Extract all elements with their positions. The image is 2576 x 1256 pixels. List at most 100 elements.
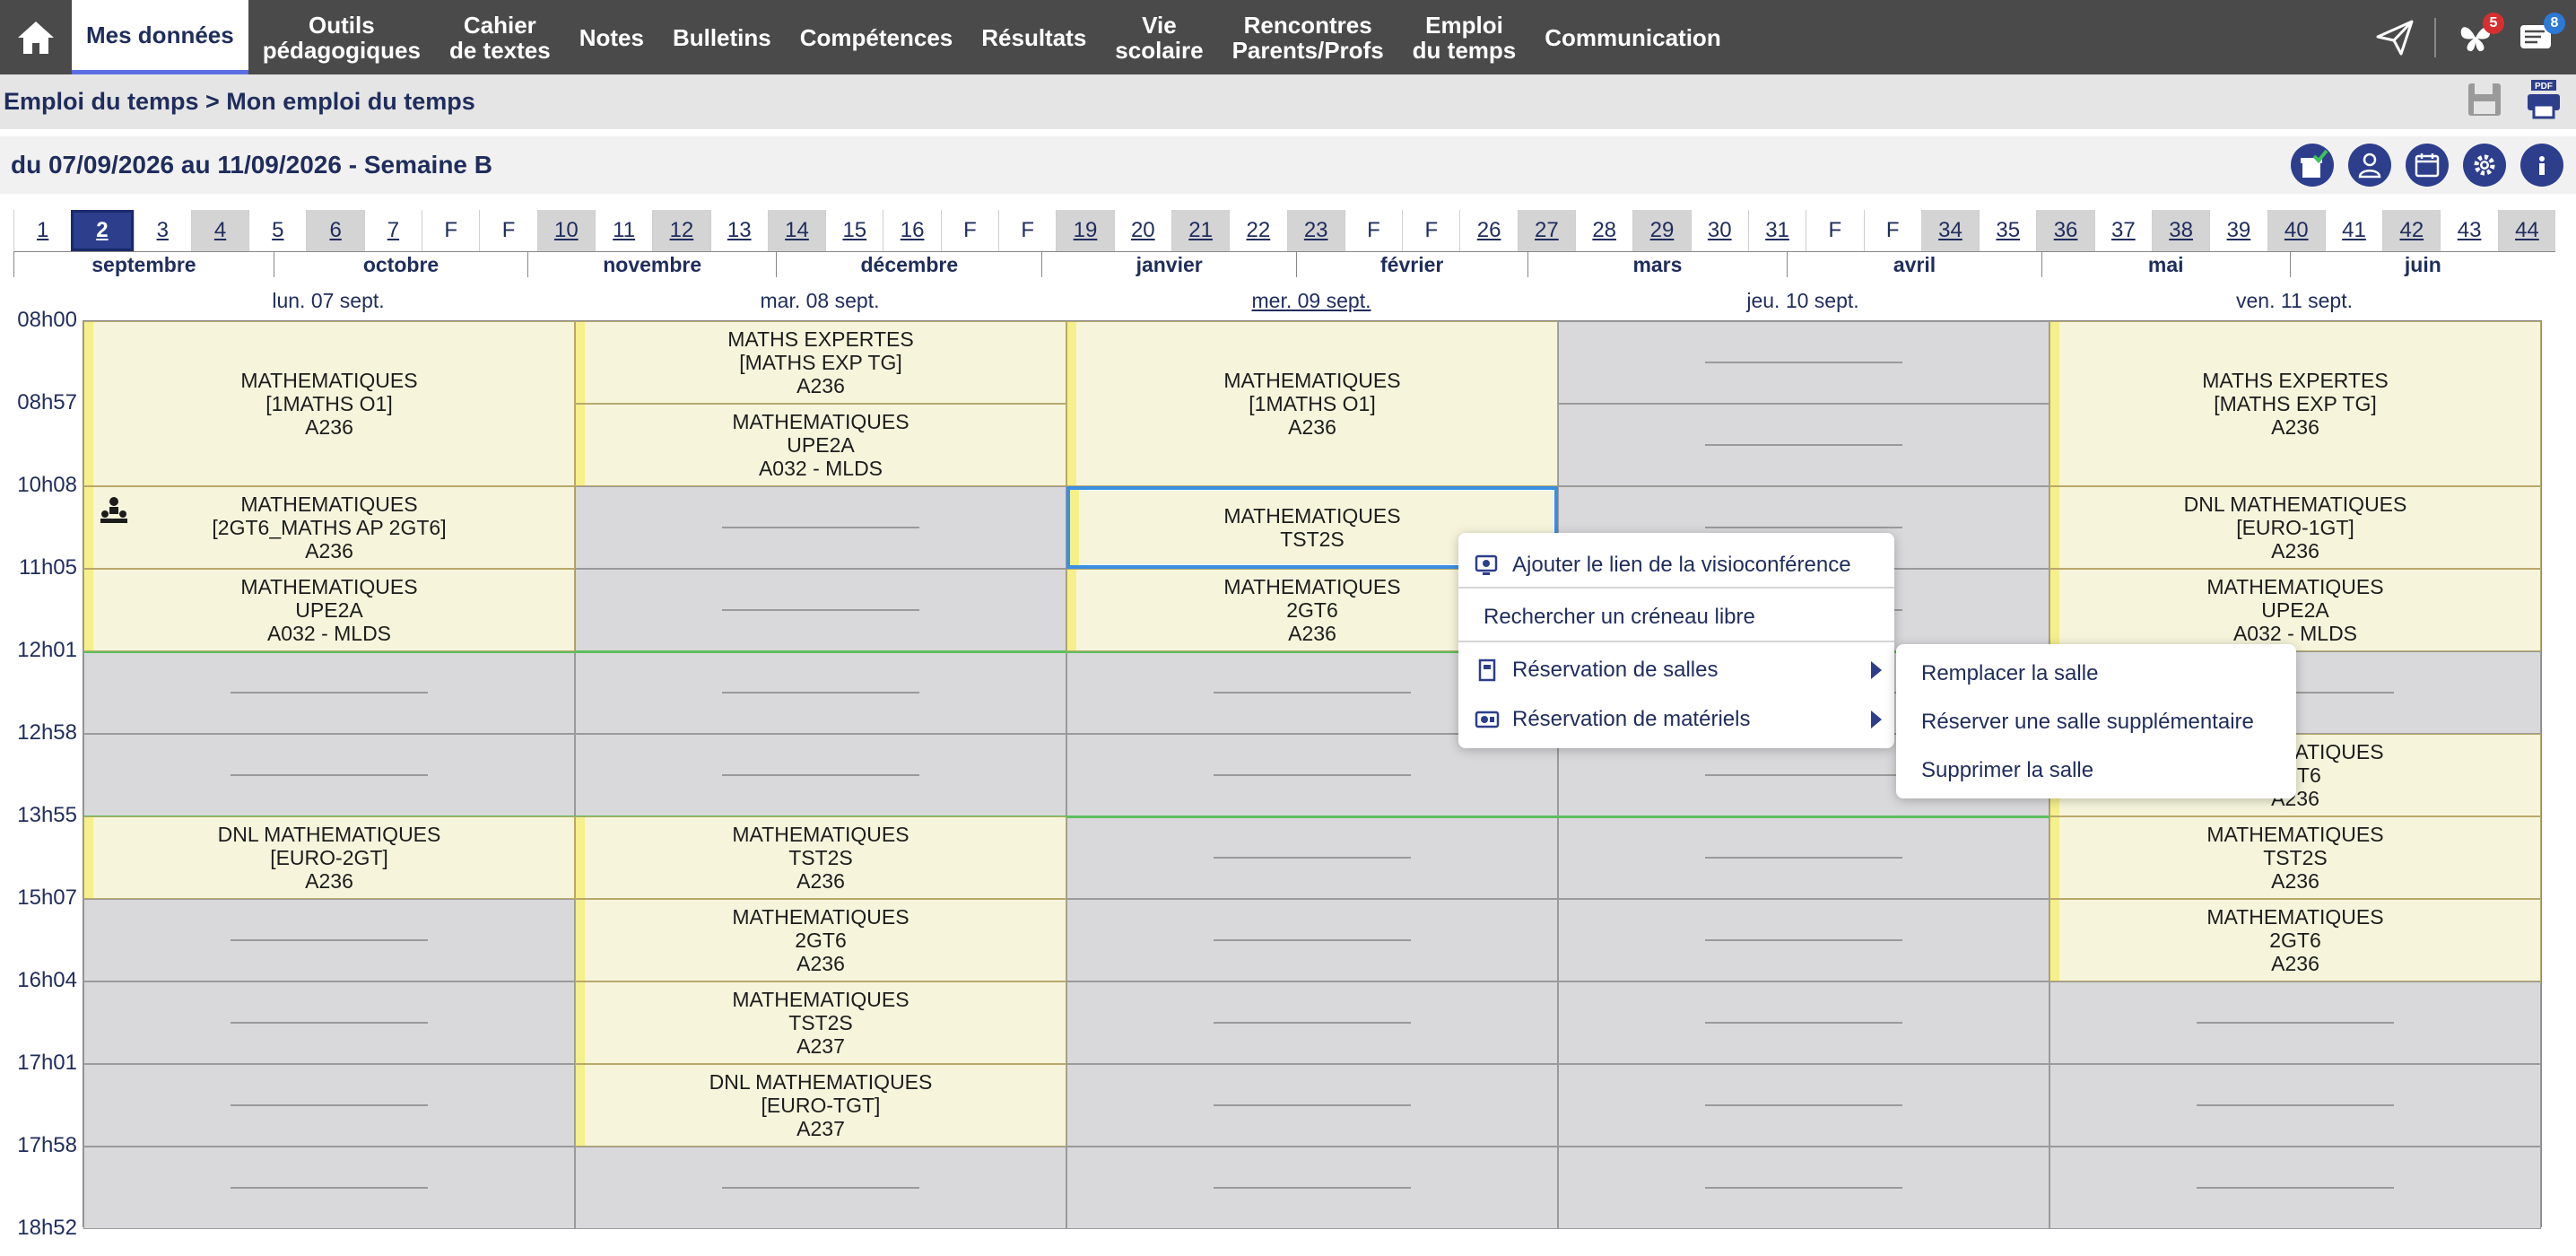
empty-slot[interactable]: [1066, 1147, 1558, 1229]
messages-button[interactable]: 8: [2515, 12, 2565, 59]
week-cell[interactable]: F: [1863, 210, 1921, 251]
week-cell[interactable]: 5: [248, 210, 307, 251]
week-cell[interactable]: 44: [2497, 210, 2556, 251]
week-cell[interactable]: 35: [1979, 210, 2037, 251]
week-cell[interactable]: F: [1344, 210, 1403, 251]
save-button[interactable]: [2465, 80, 2504, 124]
course-slot[interactable]: MATHEMATIQUES2GT6A236: [2049, 899, 2541, 981]
course-slot[interactable]: MATHEMATIQUES TST2S A237: [575, 981, 1066, 1064]
week-cell[interactable]: 39: [2209, 210, 2267, 251]
nav-item-6[interactable]: Résultats: [967, 0, 1101, 74]
empty-slot[interactable]: [83, 981, 575, 1064]
nav-item-7[interactable]: Vie scolaire: [1101, 0, 1217, 74]
week-cell[interactable]: F: [940, 210, 999, 251]
course-slot[interactable]: MATHEMATIQUES [2GT6_MATHS AP 2GT6] A236: [83, 486, 575, 569]
course-slot[interactable]: DNL MATHEMATIQUES [EURO-TGT] A237: [575, 1064, 1066, 1147]
ical-button[interactable]: [2406, 144, 2449, 187]
week-cell[interactable]: 11: [594, 210, 653, 251]
week-cell[interactable]: 38: [2151, 210, 2210, 251]
empty-slot[interactable]: [1066, 899, 1558, 981]
empty-slot[interactable]: [1558, 321, 2049, 404]
week-cell[interactable]: F: [479, 210, 537, 251]
week-cell[interactable]: F: [1806, 210, 1864, 251]
week-cell[interactable]: 1: [13, 210, 72, 251]
empty-slot[interactable]: [575, 569, 1066, 651]
empty-slot[interactable]: [1558, 1064, 2049, 1147]
replace-room-item[interactable]: Remplacer la salle: [1896, 651, 2296, 696]
course-slot[interactable]: MATHEMATIQUES UPE2A A032 - MLDS: [575, 404, 1066, 486]
course-slot[interactable]: MATHEMATIQUES TST2S A236: [2049, 816, 2541, 899]
week-cell[interactable]: 42: [2382, 210, 2441, 251]
empty-slot[interactable]: [1558, 404, 2049, 486]
nav-item-10[interactable]: Communication: [1530, 0, 1735, 74]
course-slot[interactable]: DNL MATHEMATIQUES [EURO-1GT] A236: [2049, 486, 2541, 569]
nav-item-8[interactable]: Rencontres Parents/Profs: [1218, 0, 1398, 74]
week-cell[interactable]: 13: [709, 210, 768, 251]
empty-slot[interactable]: [1066, 816, 1558, 899]
week-cell[interactable]: 7: [363, 210, 422, 251]
week-cell[interactable]: 34: [1920, 210, 1980, 251]
week-cell[interactable]: 2: [71, 210, 134, 251]
nav-item-1[interactable]: Outils pédagogiques: [248, 0, 435, 74]
home-button[interactable]: [0, 0, 72, 74]
week-cell[interactable]: 23: [1286, 210, 1345, 251]
empty-slot[interactable]: [83, 734, 575, 816]
week-cell[interactable]: 21: [1171, 210, 1230, 251]
course-slot[interactable]: MATHEMATIQUES2GT6A236: [575, 899, 1066, 981]
empty-slot[interactable]: [83, 1064, 575, 1147]
empty-slot[interactable]: [2049, 1147, 2541, 1229]
week-cell[interactable]: 20: [1113, 210, 1171, 251]
send-button[interactable]: [2373, 16, 2416, 59]
breadcrumb[interactable]: Emploi du temps > Mon emploi du temps: [0, 88, 475, 116]
course-slot[interactable]: MATHS EXPERTES [MATHS EXP TG] A236: [2049, 321, 2541, 486]
course-slot[interactable]: MATHEMATIQUES UPE2A A032 - MLDS: [2049, 569, 2541, 651]
week-cell[interactable]: 10: [536, 210, 595, 251]
week-cell[interactable]: 29: [1632, 210, 1691, 251]
empty-slot[interactable]: [2049, 981, 2541, 1064]
week-cell[interactable]: F: [998, 210, 1057, 251]
empty-slot[interactable]: [575, 1147, 1066, 1229]
week-cell[interactable]: 30: [1690, 210, 1748, 251]
course-slot[interactable]: MATHEMATIQUES [1MATHS O1] A236: [1066, 321, 1558, 486]
nav-item-0[interactable]: Mes données: [72, 0, 248, 74]
add-visio-link-item[interactable]: Ajouter le lien de la visioconférence: [1458, 544, 1894, 587]
week-cell[interactable]: 43: [2440, 210, 2498, 251]
week-cell[interactable]: 14: [767, 210, 826, 251]
week-cell[interactable]: 4: [190, 210, 249, 251]
week-cell[interactable]: 12: [652, 210, 710, 251]
nav-item-9[interactable]: Emploi du temps: [1398, 0, 1531, 74]
week-cell[interactable]: 22: [1229, 210, 1287, 251]
week-cell[interactable]: F: [422, 210, 480, 251]
empty-slot[interactable]: [1558, 816, 2049, 899]
week-cell[interactable]: 37: [2093, 210, 2152, 251]
notifications-button[interactable]: 5: [2454, 12, 2504, 59]
course-slot[interactable]: MATHEMATIQUES [1MATHS O1] A236: [83, 321, 575, 486]
empty-slot[interactable]: [2049, 1064, 2541, 1147]
week-cell[interactable]: 16: [883, 210, 941, 251]
empty-slot[interactable]: [575, 651, 1066, 734]
empty-slot[interactable]: [83, 651, 575, 734]
empty-slot[interactable]: [1066, 1064, 1558, 1147]
find-free-slot-item[interactable]: Rechercher un créneau libre: [1458, 596, 1894, 639]
reserve-extra-room-item[interactable]: Réserver une salle supplémentaire: [1896, 700, 2296, 745]
empty-slot[interactable]: [1558, 899, 2049, 981]
course-slot[interactable]: MATHEMATIQUES TST2S A236: [575, 816, 1066, 899]
nav-item-5[interactable]: Compétences: [786, 0, 968, 74]
week-cell[interactable]: 31: [1747, 210, 1806, 251]
week-cell[interactable]: 6: [306, 210, 364, 251]
delete-room-item[interactable]: Supprimer la salle: [1896, 748, 2296, 793]
course-slot[interactable]: MATHEMATIQUES UPE2A A032 - MLDS: [83, 569, 575, 651]
empty-slot[interactable]: [1558, 1147, 2049, 1229]
info-button[interactable]: [2520, 144, 2563, 187]
course-slot[interactable]: DNL MATHEMATIQUES [EURO-2GT] A236: [83, 816, 575, 899]
empty-slot[interactable]: [83, 899, 575, 981]
gift-validate-button[interactable]: [2291, 144, 2334, 187]
room-booking-item[interactable]: Réservation de salles: [1458, 648, 1894, 693]
teacher-button[interactable]: [2348, 144, 2391, 187]
settings-button[interactable]: [2463, 144, 2506, 187]
week-cell[interactable]: 15: [825, 210, 883, 251]
week-cell[interactable]: 27: [1517, 210, 1576, 251]
week-cell[interactable]: 26: [1459, 210, 1518, 251]
empty-slot[interactable]: [1558, 981, 2049, 1064]
empty-slot[interactable]: [575, 734, 1066, 816]
